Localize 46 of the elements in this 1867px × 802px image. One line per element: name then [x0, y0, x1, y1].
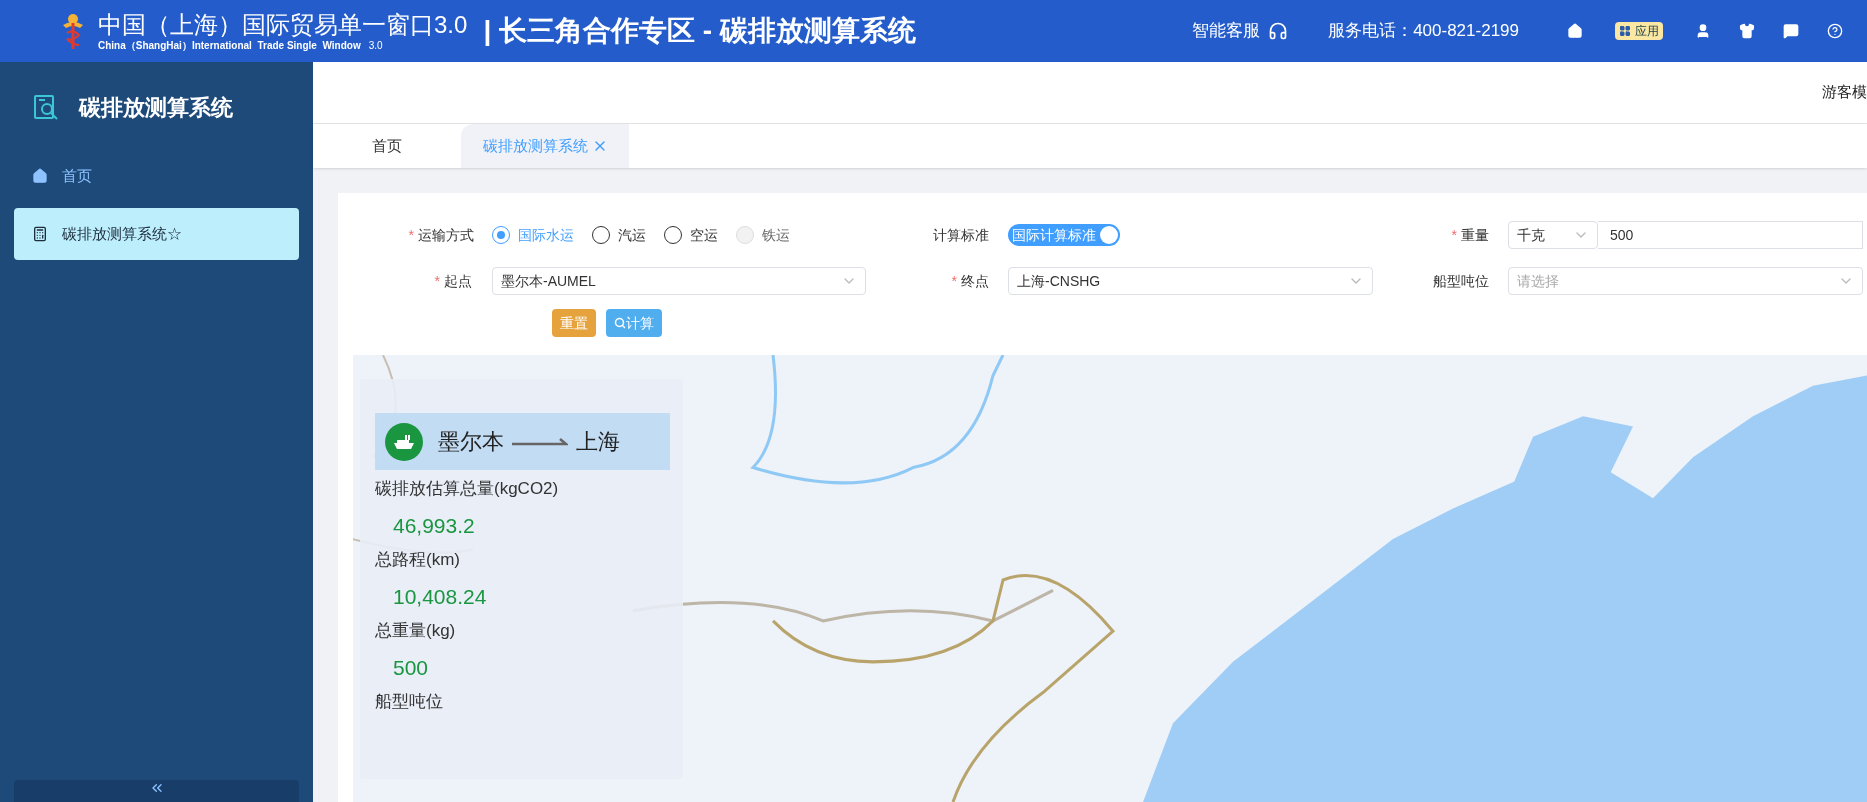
- document-search-icon: [33, 94, 59, 120]
- destination-select[interactable]: 上海-CNSHG: [1008, 267, 1373, 295]
- version-label: 3.0: [368, 39, 383, 53]
- smart-service-link[interactable]: 智能客服: [1192, 18, 1289, 44]
- transport-radio[interactable]: 空运: [664, 225, 718, 245]
- origin-select[interactable]: 墨尔本-AUMEL: [492, 267, 866, 295]
- apps-button[interactable]: 应用: [1615, 22, 1663, 40]
- transport-radio: 铁运: [736, 225, 790, 245]
- portal-subtitle: China（ShangHai）International Trade Single Window: [98, 39, 361, 53]
- zone-title: | 长三角合作专区 - 碳排放测算系统: [483, 14, 916, 48]
- field-label: 船型吨位: [1432, 272, 1490, 291]
- message-icon[interactable]: [1783, 23, 1799, 39]
- route-origin: 墨尔本: [438, 428, 504, 456]
- metric-value: 500: [393, 654, 429, 681]
- ship-icon: [385, 422, 423, 461]
- home-icon: [32, 168, 48, 184]
- user-icon[interactable]: [1695, 23, 1711, 39]
- home-icon[interactable]: [1567, 23, 1583, 39]
- route-destination: 上海: [576, 428, 620, 456]
- user-name: 游客模: [1822, 82, 1867, 103]
- calculator-icon: [32, 226, 48, 242]
- sidebar-item[interactable]: 首页: [14, 150, 299, 202]
- metric-value: 10,408.24: [393, 583, 487, 610]
- field-label: * 起点: [433, 272, 473, 291]
- field-label: 计算标准: [932, 226, 990, 245]
- grid-icon: [1619, 25, 1631, 37]
- weight-input[interactable]: 500: [1598, 221, 1863, 249]
- headset-icon: [1268, 21, 1289, 41]
- help-icon[interactable]: [1827, 23, 1843, 39]
- page-tab[interactable]: 首页: [313, 124, 461, 168]
- metric-value: 46,993.2: [393, 512, 475, 539]
- transport-radio[interactable]: 汽运: [592, 225, 646, 245]
- sidebar-title: 碳排放测算系统: [79, 93, 233, 122]
- field-label: * 终点: [950, 272, 990, 291]
- metric-label: 船型吨位: [375, 691, 443, 713]
- unit-select[interactable]: 千克: [1508, 221, 1598, 249]
- field-label: * 重量: [1450, 226, 1490, 245]
- metric-label: 总路程(km): [375, 549, 460, 571]
- metric-label: 碳排放估算总量(kgCO2): [375, 478, 559, 500]
- sidebar-item[interactable]: 碳排放测算系统☆: [14, 208, 299, 260]
- field-label: * 运输方式: [407, 226, 475, 245]
- metric-label: 总重量(kg): [375, 620, 456, 642]
- service-phone: 服务电话：400-821-2199: [1328, 20, 1519, 43]
- portal-title: 中国（上海）国际贸易单一窗口3.0: [98, 9, 468, 40]
- shirt-icon[interactable]: [1739, 23, 1755, 39]
- search-icon: [614, 317, 626, 329]
